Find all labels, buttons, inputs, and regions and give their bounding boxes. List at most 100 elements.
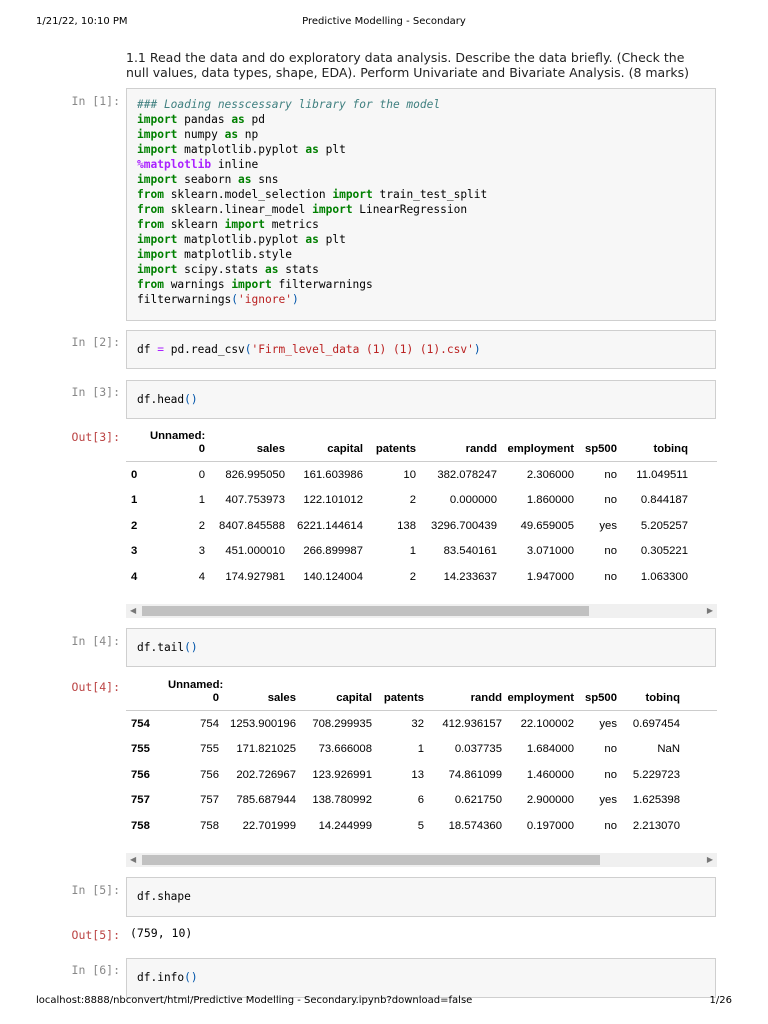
table-cell: 6 — [693, 564, 717, 590]
code-cell-5[interactable]: df.shape — [126, 877, 716, 917]
table-cell: 1.947000 — [526, 570, 574, 583]
row-index: 756 — [131, 768, 150, 781]
row-index: 755 — [131, 743, 150, 756]
table-cell: 22.701999 — [242, 819, 296, 832]
table-cell: 174.927981 — [225, 570, 285, 583]
table-cell: 3296.700439 — [431, 519, 497, 532]
table-cell: 2.306000 — [526, 468, 574, 481]
code-token: stats — [278, 263, 319, 276]
code-line: import scipy.stats as stats — [137, 262, 705, 277]
table-cell: no — [604, 819, 617, 832]
code-cell-3[interactable]: df.head() — [126, 380, 716, 419]
code-line: df.tail() — [137, 640, 705, 655]
row-index: 757 — [131, 794, 150, 807]
table-cell: no — [604, 545, 617, 558]
code-token: sklearn.model_selection — [163, 188, 333, 201]
code-token: df.tail — [137, 641, 185, 654]
table-cell: 5.205257 — [640, 519, 688, 532]
table-cell: 140.124004 — [303, 570, 363, 583]
table-cell: 138.780992 — [312, 794, 372, 807]
cell-prompt-2: In [2]: — [71, 335, 120, 349]
scroll-right-icon[interactable]: ▶ — [707, 604, 713, 618]
dataframe-table: Unnamed: 0 sales capital patents randd employ… — [126, 426, 717, 590]
head-table-scrollbar[interactable]: ◀ ▶ — [126, 604, 717, 618]
code-line: df.shape — [137, 889, 705, 904]
column-header: employment — [507, 675, 579, 711]
code-token: from — [137, 218, 164, 231]
code-line: df.info() — [137, 970, 705, 985]
code-token: LinearRegression — [352, 203, 468, 216]
table-cell: 14.233637 — [443, 570, 497, 583]
code-line: df = pd.read_csv('Firm_level_data (1) (1… — [137, 342, 705, 357]
code-token: ) — [291, 293, 299, 306]
scrollbar-thumb[interactable] — [142, 606, 589, 616]
code-token: import — [137, 128, 178, 141]
table-cell: 754 — [200, 717, 219, 730]
column-header: tobinq — [622, 675, 685, 711]
table-cell: 161.603986 — [303, 468, 363, 481]
code-token: () — [184, 393, 198, 406]
scroll-left-icon[interactable]: ◀ — [130, 604, 136, 618]
code-token: matplotlib.pyplot — [177, 143, 306, 156]
column-header: capital — [290, 426, 368, 462]
table-cell: no — [604, 468, 617, 481]
column-header: Unnamed: 0 — [168, 675, 224, 711]
table-cell: 0 — [198, 468, 205, 481]
table-cell: 6 — [417, 794, 424, 807]
cell-prompt-1: In [1]: — [71, 94, 120, 108]
cell-prompt-5: In [5]: — [71, 883, 120, 897]
tail-table-scrollbar[interactable]: ◀ ▶ — [126, 853, 717, 867]
table-cell: 1.063300 — [640, 570, 688, 583]
cell-prompt-4: In [4]: — [71, 634, 120, 648]
tail-dataframe: Unnamed: 0 sales capital patents randd employ… — [126, 675, 717, 839]
table-cell: 10 — [403, 468, 416, 481]
table-row: 758 758 22.701999 14.244999 5 18.574360 0.1970… — [126, 813, 717, 839]
table-row: 754 754 1253.900196 708.299935 32 412.936157 2… — [126, 711, 717, 737]
code-token: warnings — [163, 278, 232, 291]
table-cell: 3 — [198, 545, 205, 558]
code-cell-6[interactable]: df.info() — [126, 958, 716, 998]
code-token: = — [157, 343, 164, 356]
code-token: df.info — [137, 971, 185, 984]
table-cell: 0.697454 — [632, 717, 680, 730]
column-header: capital — [301, 675, 377, 711]
scrollbar-thumb[interactable] — [142, 855, 600, 865]
table-row: 1 1 407.753973 122.101012 2 0.000000 1.860000 n… — [126, 488, 717, 514]
code-cell-1[interactable]: ### Loading nesscessary library for the … — [126, 88, 716, 321]
table-cell: 785.687944 — [236, 794, 296, 807]
code-token: as — [264, 263, 279, 276]
code-cell-4[interactable]: df.tail() — [126, 628, 716, 667]
row-index: 3 — [131, 545, 138, 558]
code-token: import — [224, 218, 265, 231]
table-cell: 22.100002 — [520, 717, 574, 730]
column-header — [126, 426, 150, 462]
scroll-left-icon[interactable]: ◀ — [130, 853, 136, 867]
code-token: inline — [211, 158, 259, 171]
code-cell-2[interactable]: df = pd.read_csv('Firm_level_data (1) (1… — [126, 330, 716, 369]
code-token: import — [137, 233, 178, 246]
row-index: 0 — [131, 468, 138, 481]
code-token: pd — [244, 113, 266, 126]
output-prompt-3: Out[3]: — [71, 430, 120, 444]
column-header: patents — [368, 426, 421, 462]
code-line: df.head() — [137, 392, 705, 407]
table-cell: 73.666008 — [318, 743, 372, 756]
code-token: df — [137, 343, 158, 356]
code-token: plt — [318, 233, 346, 246]
code-token: from — [137, 188, 164, 201]
column-header — [685, 675, 717, 711]
code-line: ### Loading nesscessary library for the … — [137, 97, 705, 112]
table-cell: 83.540161 — [443, 545, 497, 558]
column-header: randd — [429, 675, 507, 711]
scroll-right-icon[interactable]: ▶ — [707, 853, 713, 867]
table-cell: 4 — [198, 570, 205, 583]
code-token: np — [238, 128, 259, 141]
table-cell: 0.000000 — [449, 494, 497, 507]
table-cell: no — [604, 743, 617, 756]
code-line: from sklearn.linear_model import LinearR… — [137, 202, 705, 217]
table-cell: 412.936157 — [442, 717, 502, 730]
table-cell: 1 — [417, 743, 424, 756]
code-token: sklearn.linear_model — [163, 203, 313, 216]
table-cell: 2586 — [693, 513, 717, 539]
code-token: as — [238, 173, 252, 186]
